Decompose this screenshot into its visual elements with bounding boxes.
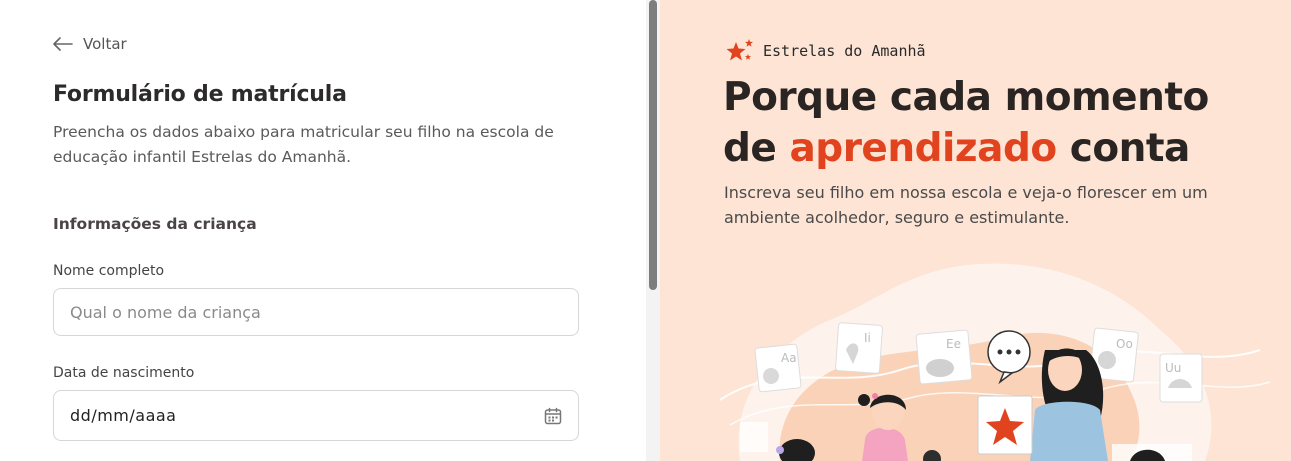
card-letter-ii: Ii xyxy=(864,331,871,345)
form-description: Preencha os dados abaixo para matricular… xyxy=(53,123,554,166)
brand: Estrelas do Amanhã xyxy=(725,37,926,65)
headline-highlight: aprendizado xyxy=(789,126,1057,171)
classroom-illustration: Aa Ii Ee Oo Uu xyxy=(719,263,1271,461)
brand-name: Estrelas do Amanhã xyxy=(763,42,926,60)
card-ee: Ee xyxy=(915,329,973,385)
scrollbar-thumb[interactable] xyxy=(649,0,657,290)
back-label[interactable]: Voltar xyxy=(83,35,127,53)
arrow-left-icon xyxy=(53,37,73,51)
stars-logo-icon xyxy=(726,39,753,61)
birth-date-input[interactable]: dd/mm/aaaa xyxy=(53,390,579,441)
card-ii: Ii xyxy=(835,322,883,374)
hero-subtitle: Inscreva seu filho em nossa escola e vej… xyxy=(724,183,1208,227)
headline-line-2-pre: de xyxy=(723,126,790,171)
headline-line-2-post: conta xyxy=(1056,126,1191,171)
calendar-icon[interactable] xyxy=(544,407,562,425)
section-title-child-info: Informações da criança xyxy=(53,215,257,233)
card-aa: Aa xyxy=(754,343,802,393)
name-label: Nome completo xyxy=(53,263,165,279)
enrollment-form-panel: Voltar Formulário de matrícula Preencha … xyxy=(0,0,646,461)
birth-date-label: Data de nascimento xyxy=(53,365,195,381)
back-link[interactable]: Voltar xyxy=(53,35,127,53)
page-title: Formulário de matrícula xyxy=(53,82,347,107)
star-card xyxy=(977,395,1033,455)
child-name-input[interactable] xyxy=(53,288,579,336)
card-letter-oo: Oo xyxy=(1116,337,1133,351)
card-uu: Uu xyxy=(1159,353,1203,403)
card-letter-aa: Aa xyxy=(781,351,797,365)
card-letter-uu: Uu xyxy=(1165,361,1181,375)
headline-line-1: Porque cada momento xyxy=(723,75,1209,120)
hero-panel: Estrelas do Amanhã Porque cada momento d… xyxy=(660,0,1291,461)
hero-headline: Porque cada momento de aprendizado conta xyxy=(723,72,1209,174)
card-letter-ee: Ee xyxy=(946,337,961,351)
birth-date-value: dd/mm/aaaa xyxy=(70,406,177,425)
